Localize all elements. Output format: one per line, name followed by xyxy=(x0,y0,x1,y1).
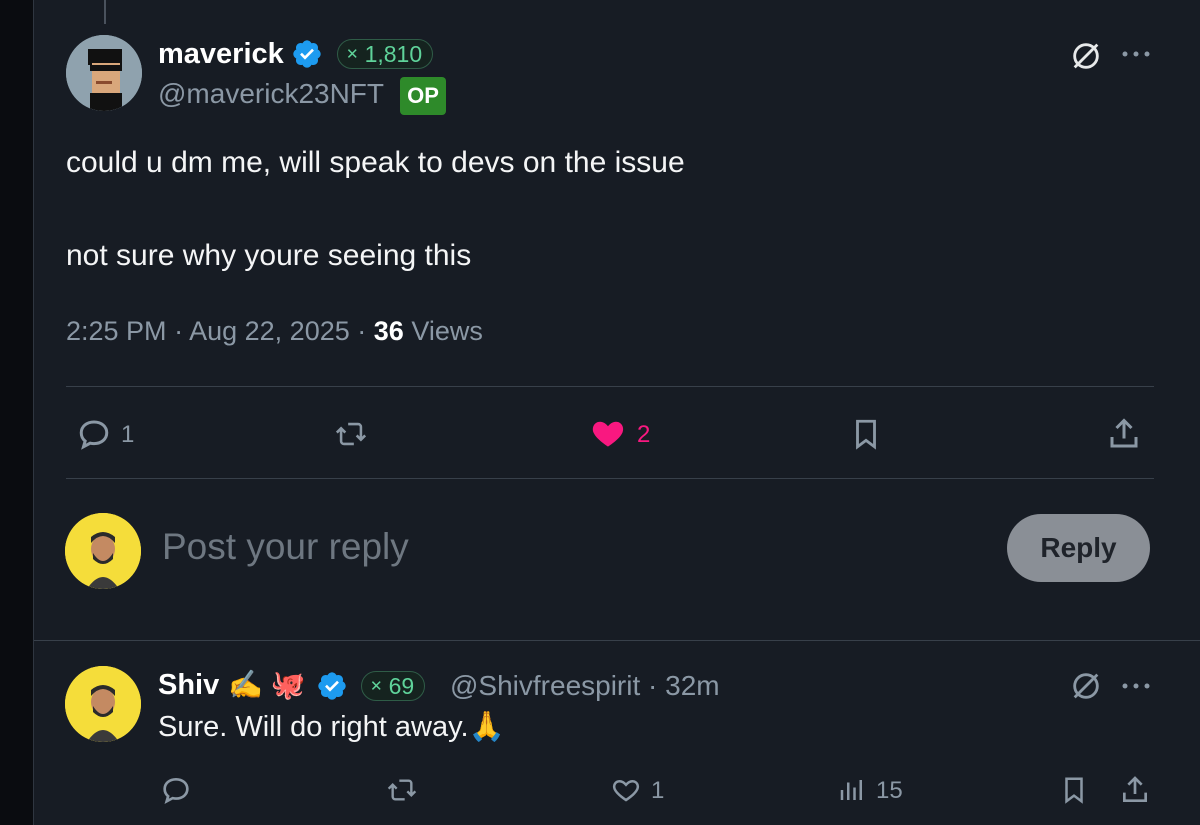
reply-icon[interactable] xyxy=(158,772,194,808)
current-user-avatar[interactable] xyxy=(65,513,141,589)
repost-icon[interactable] xyxy=(382,772,422,808)
divider xyxy=(66,478,1154,479)
reply-button[interactable]: Reply xyxy=(1007,514,1150,582)
views-label: Views xyxy=(411,316,483,346)
post-metadata: 2:25 PM · Aug 22, 2025 · 36 Views xyxy=(66,316,483,347)
post-time[interactable]: 2:25 PM xyxy=(66,316,167,346)
post-date[interactable]: Aug 22, 2025 xyxy=(189,316,350,346)
views-count: 15 xyxy=(876,777,903,804)
reply-count: 1 xyxy=(121,421,135,448)
reply-age[interactable]: 32m xyxy=(665,670,719,701)
reply-author-avatar[interactable] xyxy=(65,666,141,742)
author-handle[interactable]: @maverick23NFT xyxy=(158,78,384,110)
thread-connector xyxy=(104,0,106,24)
reply-text: Sure. Will do right away.🙏 xyxy=(158,711,505,743)
more-icon[interactable] xyxy=(1116,38,1156,70)
more-icon[interactable] xyxy=(1116,670,1156,702)
share-icon[interactable] xyxy=(1104,414,1144,454)
post-text-line-2: not sure why youre seeing this xyxy=(66,239,472,272)
reply-icon[interactable] xyxy=(75,416,113,452)
divider xyxy=(34,640,1200,641)
verified-icon xyxy=(293,40,321,68)
like-count: 2 xyxy=(637,421,651,448)
op-badge: OP xyxy=(400,77,446,115)
heart-icon[interactable] xyxy=(588,414,628,452)
post-text-line-1: could u dm me, will speak to devs on the… xyxy=(66,146,685,179)
views-icon[interactable] xyxy=(834,772,870,808)
separator: · xyxy=(174,316,190,346)
author-name[interactable]: maverick xyxy=(158,38,284,71)
grok-icon[interactable] xyxy=(1066,668,1106,704)
grok-icon[interactable] xyxy=(1066,38,1106,74)
name-emojis: ✍️ 🐙 xyxy=(228,669,306,700)
divider xyxy=(66,386,1154,387)
heart-icon[interactable] xyxy=(608,772,644,808)
share-icon[interactable] xyxy=(1117,772,1153,808)
post-panel: maverick ✕ 1,810 @maverick23NFT OP could… xyxy=(33,0,1200,825)
reply-author-name[interactable]: Shiv xyxy=(158,669,219,702)
author-avatar[interactable] xyxy=(66,35,142,111)
reply-input[interactable]: Post your reply xyxy=(162,526,409,568)
reply-author-handle[interactable]: @Shivfreespirit xyxy=(450,670,640,701)
separator: · xyxy=(357,316,374,346)
x-icon: ✕ xyxy=(346,46,359,63)
repost-icon[interactable] xyxy=(329,416,373,452)
x-icon: ✕ xyxy=(370,678,383,695)
pray-emoji: 🙏 xyxy=(468,711,505,743)
bookmark-icon[interactable] xyxy=(846,414,886,454)
like-count: 1 xyxy=(651,777,665,804)
reply-author-meta: @Shivfreespirit · 32m xyxy=(450,670,720,702)
views-count: 36 xyxy=(373,316,404,346)
separator: · xyxy=(648,670,666,701)
score-badge: ✕ 69 xyxy=(361,671,426,701)
verified-icon xyxy=(318,672,346,700)
bookmark-icon[interactable] xyxy=(1056,772,1092,808)
score-badge: ✕ 1,810 xyxy=(337,39,434,69)
